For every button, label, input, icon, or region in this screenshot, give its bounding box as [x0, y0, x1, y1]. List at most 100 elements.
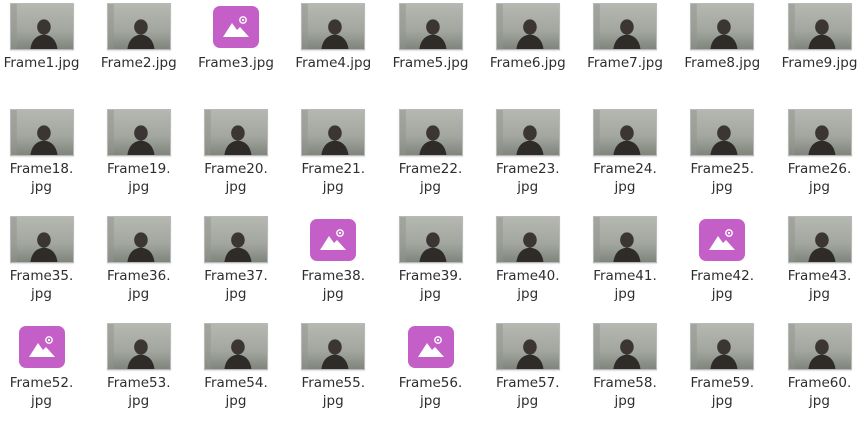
file-item[interactable]: Frame58. jpg	[577, 320, 674, 410]
image-placeholder-icon	[213, 6, 259, 48]
file-item[interactable]: Frame35. jpg	[0, 213, 90, 303]
file-item[interactable]: Frame25. jpg	[674, 106, 771, 196]
file-item[interactable]: Frame2.jpg	[90, 0, 187, 72]
file-item[interactable]: Frame8.jpg	[674, 0, 771, 72]
file-name-label: Frame55. jpg	[301, 375, 366, 409]
photo-thumbnail	[495, 323, 560, 370]
file-name-label: Frame35. jpg	[9, 268, 74, 302]
file-item[interactable]: Frame60. jpg	[771, 320, 867, 410]
file-item[interactable]: Frame6.jpg	[479, 0, 576, 72]
file-item[interactable]: Frame22. jpg	[382, 106, 479, 196]
file-item[interactable]: Frame52. jpg	[0, 320, 90, 410]
photo-thumbnail	[787, 216, 852, 263]
file-item[interactable]: Frame42. jpg	[674, 213, 771, 303]
file-item[interactable]: Frame56. jpg	[382, 320, 479, 410]
file-item[interactable]: Frame3.jpg	[188, 0, 285, 72]
image-placeholder-icon	[407, 326, 454, 368]
file-item[interactable]: Frame26. jpg	[771, 106, 867, 196]
file-item[interactable]: Frame7.jpg	[577, 0, 674, 72]
file-item[interactable]: Frame40. jpg	[479, 213, 576, 303]
thumbnail-slot	[188, 213, 285, 263]
file-item[interactable]: Frame19. jpg	[90, 106, 187, 196]
file-name-label: Frame7.jpg	[587, 55, 663, 71]
file-name-label: Frame26. jpg	[787, 161, 852, 195]
file-item[interactable]: Frame36. jpg	[90, 213, 187, 303]
photo-thumbnail	[690, 323, 755, 370]
file-item[interactable]: Frame37. jpg	[188, 213, 285, 303]
thumbnail-slot	[674, 213, 771, 263]
file-item[interactable]: Frame23. jpg	[479, 106, 576, 196]
thumbnail-slot	[577, 106, 674, 156]
file-item[interactable]: Frame4.jpg	[285, 0, 382, 72]
file-name-label: Frame8.jpg	[684, 55, 761, 71]
file-name-label: Frame42. jpg	[690, 268, 755, 302]
photo-thumbnail	[398, 216, 463, 263]
file-item[interactable]: Frame20. jpg	[188, 106, 285, 196]
thumbnail-slot	[674, 106, 771, 156]
thumbnail-slot	[577, 213, 674, 263]
thumbnail-slot	[771, 213, 867, 263]
file-name-label: Frame9.jpg	[781, 55, 858, 71]
photo-thumbnail	[106, 109, 171, 156]
file-item[interactable]: Frame18. jpg	[0, 106, 90, 196]
photo-thumbnail	[204, 216, 268, 263]
thumbnail-slot	[479, 213, 576, 263]
thumbnail-slot	[90, 0, 187, 50]
file-item[interactable]: Frame1.jpg	[0, 0, 90, 72]
photo-thumbnail	[593, 3, 657, 50]
thumbnail-slot	[771, 106, 867, 156]
file-item[interactable]: Frame55. jpg	[285, 320, 382, 410]
file-name-label: Frame4.jpg	[295, 55, 372, 71]
file-name-label: Frame18. jpg	[9, 161, 74, 195]
file-name-label: Frame59. jpg	[690, 375, 755, 409]
photo-thumbnail	[787, 109, 852, 156]
file-name-label: Frame3.jpg	[198, 55, 274, 71]
photo-thumbnail	[9, 109, 74, 156]
thumbnail-slot	[90, 106, 187, 156]
file-item[interactable]: Frame43. jpg	[771, 213, 867, 303]
thumbnail-slot	[382, 320, 479, 370]
thumbnail-slot	[285, 320, 382, 370]
file-item[interactable]: Frame41. jpg	[577, 213, 674, 303]
thumbnail-slot	[188, 0, 285, 50]
photo-thumbnail	[204, 109, 268, 156]
file-name-label: Frame52. jpg	[9, 375, 74, 409]
file-name-label: Frame53. jpg	[106, 375, 171, 409]
file-name-label: Frame37. jpg	[204, 268, 268, 302]
file-item[interactable]: Frame38. jpg	[285, 213, 382, 303]
file-item[interactable]: Frame53. jpg	[90, 320, 187, 410]
file-item[interactable]: Frame59. jpg	[674, 320, 771, 410]
file-item[interactable]: Frame24. jpg	[577, 106, 674, 196]
file-name-label: Frame36. jpg	[106, 268, 171, 302]
file-item[interactable]: Frame5.jpg	[382, 0, 479, 72]
thumbnail-slot	[771, 320, 867, 370]
file-item[interactable]: Frame21. jpg	[285, 106, 382, 196]
thumbnail-slot	[0, 320, 90, 370]
file-name-label: Frame58. jpg	[593, 375, 657, 409]
thumbnail-slot	[382, 0, 479, 50]
photo-thumbnail	[495, 109, 560, 156]
file-item[interactable]: Frame57. jpg	[479, 320, 576, 410]
thumbnail-slot	[577, 320, 674, 370]
file-item[interactable]: Frame39. jpg	[382, 213, 479, 303]
photo-thumbnail	[690, 3, 755, 50]
file-name-label: Frame41. jpg	[593, 268, 657, 302]
thumbnail-slot	[0, 213, 90, 263]
file-name-label: Frame56. jpg	[398, 375, 463, 409]
thumbnail-slot	[479, 0, 576, 50]
file-name-label: Frame24. jpg	[593, 161, 657, 195]
thumbnail-slot	[674, 0, 771, 50]
file-name-label: Frame6.jpg	[489, 55, 566, 71]
image-placeholder-icon	[18, 326, 65, 368]
file-grid: Frame1.jpg Frame2.jpg Frame3.jpg Frame4.jpg…	[0, 0, 867, 422]
photo-thumbnail	[398, 109, 463, 156]
file-item[interactable]: Frame54. jpg	[188, 320, 285, 410]
file-name-label: Frame23. jpg	[495, 161, 560, 195]
file-name-label: Frame22. jpg	[398, 161, 463, 195]
file-item[interactable]: Frame9.jpg	[771, 0, 867, 72]
photo-thumbnail	[301, 109, 366, 156]
thumbnail-slot	[577, 0, 674, 50]
thumbnail-slot	[285, 106, 382, 156]
photo-thumbnail	[106, 216, 171, 263]
file-name-label: Frame38. jpg	[301, 268, 366, 302]
